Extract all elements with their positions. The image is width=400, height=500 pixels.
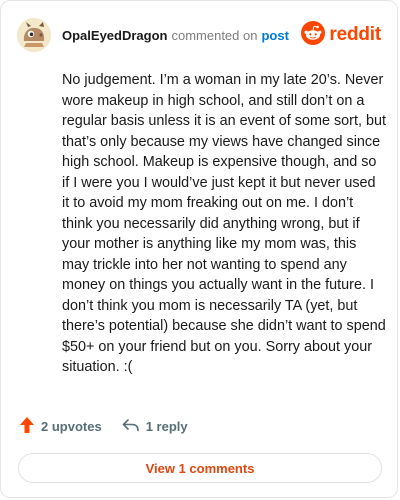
reddit-wordmark: reddit: [329, 24, 381, 45]
comment-card: OpalEyedDragon commented on post reddit: [0, 0, 398, 498]
reply-count: 1 reply: [145, 419, 188, 434]
view-comments-button[interactable]: View 1 comments: [18, 453, 382, 483]
reply-button[interactable]: 1 reply: [122, 418, 188, 435]
post-link[interactable]: post: [261, 28, 288, 43]
author-line: OpalEyedDragon commented on post: [62, 28, 289, 43]
upvote-count: 2 upvotes: [41, 419, 102, 434]
reddit-logo[interactable]: reddit: [301, 20, 381, 50]
upvote-arrow-icon: [19, 416, 35, 437]
action-text: commented on: [171, 27, 258, 43]
reply-arrow-icon: [122, 418, 140, 435]
dragon-avatar[interactable]: [17, 18, 51, 52]
author-name[interactable]: OpalEyedDragon: [62, 28, 167, 43]
reddit-snoo-icon: [301, 20, 326, 50]
comment-footer: 2 upvotes 1 reply: [19, 416, 188, 437]
comment-body: No judgement. I’m a woman in my late 20’…: [62, 72, 386, 375]
upvote-button[interactable]: 2 upvotes: [19, 416, 102, 437]
comment-header: OpalEyedDragon commented on post reddit: [17, 17, 381, 53]
